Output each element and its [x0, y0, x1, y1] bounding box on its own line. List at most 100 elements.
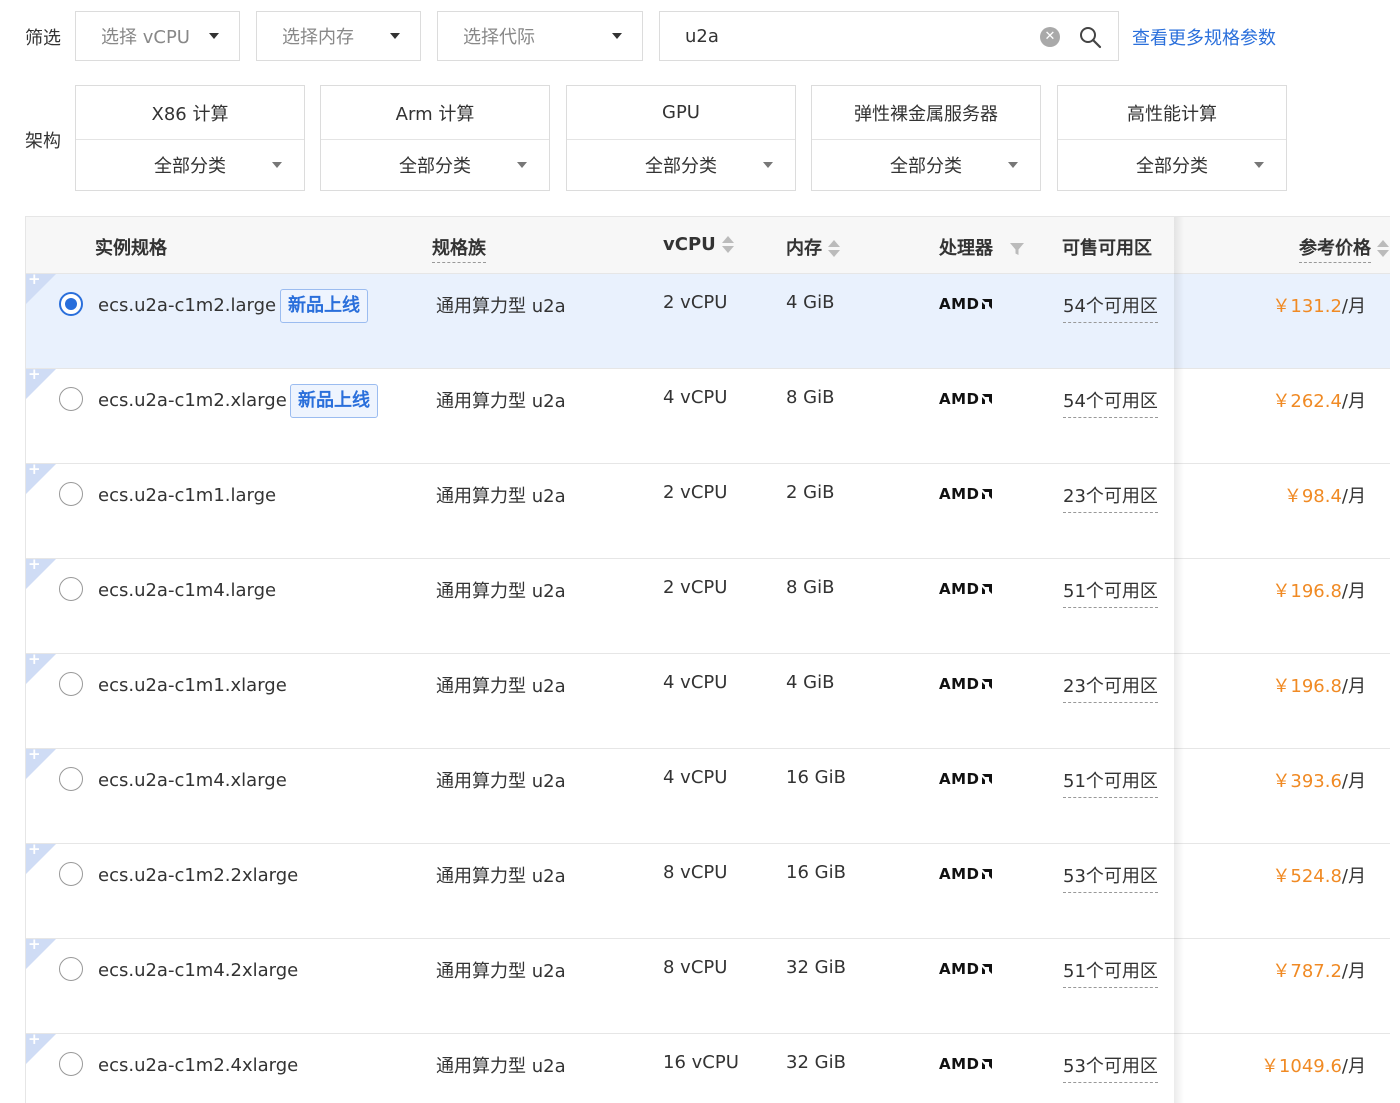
spec-family: 通用算力型 u2a: [436, 296, 566, 317]
plus-icon[interactable]: +: [28, 555, 41, 573]
arch-tab-arm[interactable]: Arm 计算: [321, 86, 549, 140]
spec-name: ecs.u2a-c1m1.large: [98, 485, 277, 506]
caret-down-icon: [612, 33, 622, 39]
memory-value: 4 GiB: [786, 672, 835, 693]
plus-icon[interactable]: +: [28, 745, 41, 763]
spec-family: 通用算力型 u2a: [436, 1056, 566, 1077]
table-row[interactable]: + ecs.u2a-c1m2.large 新品上线 通用算力型 u2a 2 vC…: [26, 270, 1390, 369]
amd-logo: AMD: [939, 580, 993, 598]
instance-spec-table: 实例规格 规格族 vCPU 内存 处理器 可售可用区 参考价格 + ecs.u2…: [25, 216, 1390, 1103]
arch-label: 架构: [25, 131, 61, 152]
arch-card-bare-metal: 弹性裸金属服务器 全部分类: [811, 85, 1041, 191]
row-radio[interactable]: [59, 482, 83, 506]
table-row[interactable]: + ecs.u2a-c1m2.2xlarge 通用算力型 u2a 8 vCPU …: [26, 840, 1390, 939]
row-radio[interactable]: [59, 387, 83, 411]
row-radio[interactable]: [59, 767, 83, 791]
row-radio[interactable]: [59, 862, 83, 886]
table-row[interactable]: + ecs.u2a-c1m1.xlarge 通用算力型 u2a 4 vCPU 4…: [26, 650, 1390, 749]
arch-category-select-bare-metal[interactable]: 全部分类: [812, 140, 1040, 190]
reference-price: ￥262.4/月: [1272, 391, 1366, 412]
plus-icon[interactable]: +: [28, 1030, 41, 1048]
arch-category-select-arm[interactable]: 全部分类: [321, 140, 549, 190]
available-zones[interactable]: 23个可用区: [1063, 482, 1158, 513]
search-icon[interactable]: [1078, 25, 1102, 49]
row-radio[interactable]: [59, 957, 83, 981]
search-box: ✕: [659, 11, 1119, 61]
amd-logo: AMD: [939, 770, 993, 788]
arch-tab-x86[interactable]: X86 计算: [76, 86, 304, 140]
spec-family: 通用算力型 u2a: [436, 486, 566, 507]
arch-category-select-gpu[interactable]: 全部分类: [567, 140, 795, 190]
filter-label: 筛选: [25, 28, 61, 49]
table-row[interactable]: + ecs.u2a-c1m4.large 通用算力型 u2a 2 vCPU 8 …: [26, 555, 1390, 654]
plus-icon[interactable]: +: [28, 270, 41, 288]
reference-price: ￥196.8/月: [1272, 581, 1366, 602]
row-radio[interactable]: [59, 577, 83, 601]
header-memory[interactable]: 内存: [786, 234, 840, 260]
plus-icon[interactable]: +: [28, 460, 41, 478]
available-zones[interactable]: 54个可用区: [1063, 292, 1158, 323]
arch-card-hpc: 高性能计算 全部分类: [1057, 85, 1287, 191]
table-row[interactable]: + ecs.u2a-c1m4.2xlarge 通用算力型 u2a 8 vCPU …: [26, 935, 1390, 1034]
available-zones[interactable]: 51个可用区: [1063, 577, 1158, 608]
memory-value: 4 GiB: [786, 292, 835, 313]
available-zones[interactable]: 51个可用区: [1063, 957, 1158, 988]
memory-value: 2 GiB: [786, 482, 835, 503]
header-vcpu[interactable]: vCPU: [663, 234, 734, 255]
search-input[interactable]: [685, 25, 1025, 47]
memory-select[interactable]: 选择内存: [256, 11, 421, 61]
generation-select-label: 选择代际: [463, 27, 535, 48]
table-row[interactable]: + ecs.u2a-c1m2.4xlarge 通用算力型 u2a 16 vCPU…: [26, 1030, 1390, 1103]
filter-bar: 筛选 选择 vCPU 选择内存 选择代际 ✕ 查看更多规格参数: [0, 0, 1400, 72]
arch-category-select-hpc[interactable]: 全部分类: [1058, 140, 1286, 190]
reference-price: ￥1049.6/月: [1260, 1056, 1366, 1077]
table-row[interactable]: + ecs.u2a-c1m2.xlarge 新品上线 通用算力型 u2a 4 v…: [26, 365, 1390, 464]
arch-tab-bare-metal[interactable]: 弹性裸金属服务器: [812, 86, 1040, 140]
arch-tab-gpu[interactable]: GPU: [567, 86, 795, 140]
spec-name: ecs.u2a-c1m2.4xlarge: [98, 1055, 299, 1076]
more-spec-params-link[interactable]: 查看更多规格参数: [1132, 24, 1276, 50]
plus-icon[interactable]: +: [28, 840, 41, 858]
table-row[interactable]: + ecs.u2a-c1m4.xlarge 通用算力型 u2a 4 vCPU 1…: [26, 745, 1390, 844]
memory-value: 16 GiB: [786, 862, 846, 883]
spec-family: 通用算力型 u2a: [436, 676, 566, 697]
arch-category-select-x86[interactable]: 全部分类: [76, 140, 304, 190]
row-radio[interactable]: [59, 1052, 83, 1076]
row-radio[interactable]: [59, 672, 83, 696]
arch-card-arm: Arm 计算 全部分类: [320, 85, 550, 191]
clear-icon[interactable]: ✕: [1040, 27, 1060, 47]
filter-funnel-icon[interactable]: [1009, 241, 1025, 257]
amd-logo: AMD: [939, 485, 993, 503]
available-zones[interactable]: 54个可用区: [1063, 387, 1158, 418]
sort-icon[interactable]: [828, 239, 840, 259]
caret-down-icon: [1254, 162, 1264, 168]
available-zones[interactable]: 53个可用区: [1063, 862, 1158, 893]
generation-select[interactable]: 选择代际: [437, 11, 643, 61]
reference-price: ￥393.6/月: [1272, 771, 1366, 792]
vcpu-value: 8 vCPU: [663, 862, 728, 883]
available-zones[interactable]: 23个可用区: [1063, 672, 1158, 703]
row-radio[interactable]: [59, 292, 83, 316]
sort-icon[interactable]: [1377, 239, 1389, 259]
arch-category-label: 全部分类: [1136, 156, 1208, 177]
available-zones[interactable]: 53个可用区: [1063, 1052, 1158, 1083]
memory-value: 8 GiB: [786, 577, 835, 598]
arch-tab-hpc[interactable]: 高性能计算: [1058, 86, 1286, 140]
plus-icon[interactable]: +: [28, 365, 41, 383]
spec-name: ecs.u2a-c1m4.xlarge: [98, 770, 287, 791]
header-processor[interactable]: 处理器: [939, 234, 1025, 260]
table-row[interactable]: + ecs.u2a-c1m1.large 通用算力型 u2a 2 vCPU 2 …: [26, 460, 1390, 559]
vcpu-value: 8 vCPU: [663, 957, 728, 978]
header-price[interactable]: 参考价格: [1299, 234, 1389, 263]
available-zones[interactable]: 51个可用区: [1063, 767, 1158, 798]
header-family: 规格族: [432, 234, 486, 263]
caret-down-icon: [1008, 162, 1018, 168]
vcpu-select[interactable]: 选择 vCPU: [75, 11, 240, 61]
reference-price: ￥524.8/月: [1272, 866, 1366, 887]
reference-price: ￥196.8/月: [1272, 676, 1366, 697]
vcpu-select-label: 选择 vCPU: [101, 27, 190, 48]
amd-logo: AMD: [939, 295, 993, 313]
plus-icon[interactable]: +: [28, 650, 41, 668]
sort-icon[interactable]: [721, 235, 734, 255]
plus-icon[interactable]: +: [28, 935, 41, 953]
